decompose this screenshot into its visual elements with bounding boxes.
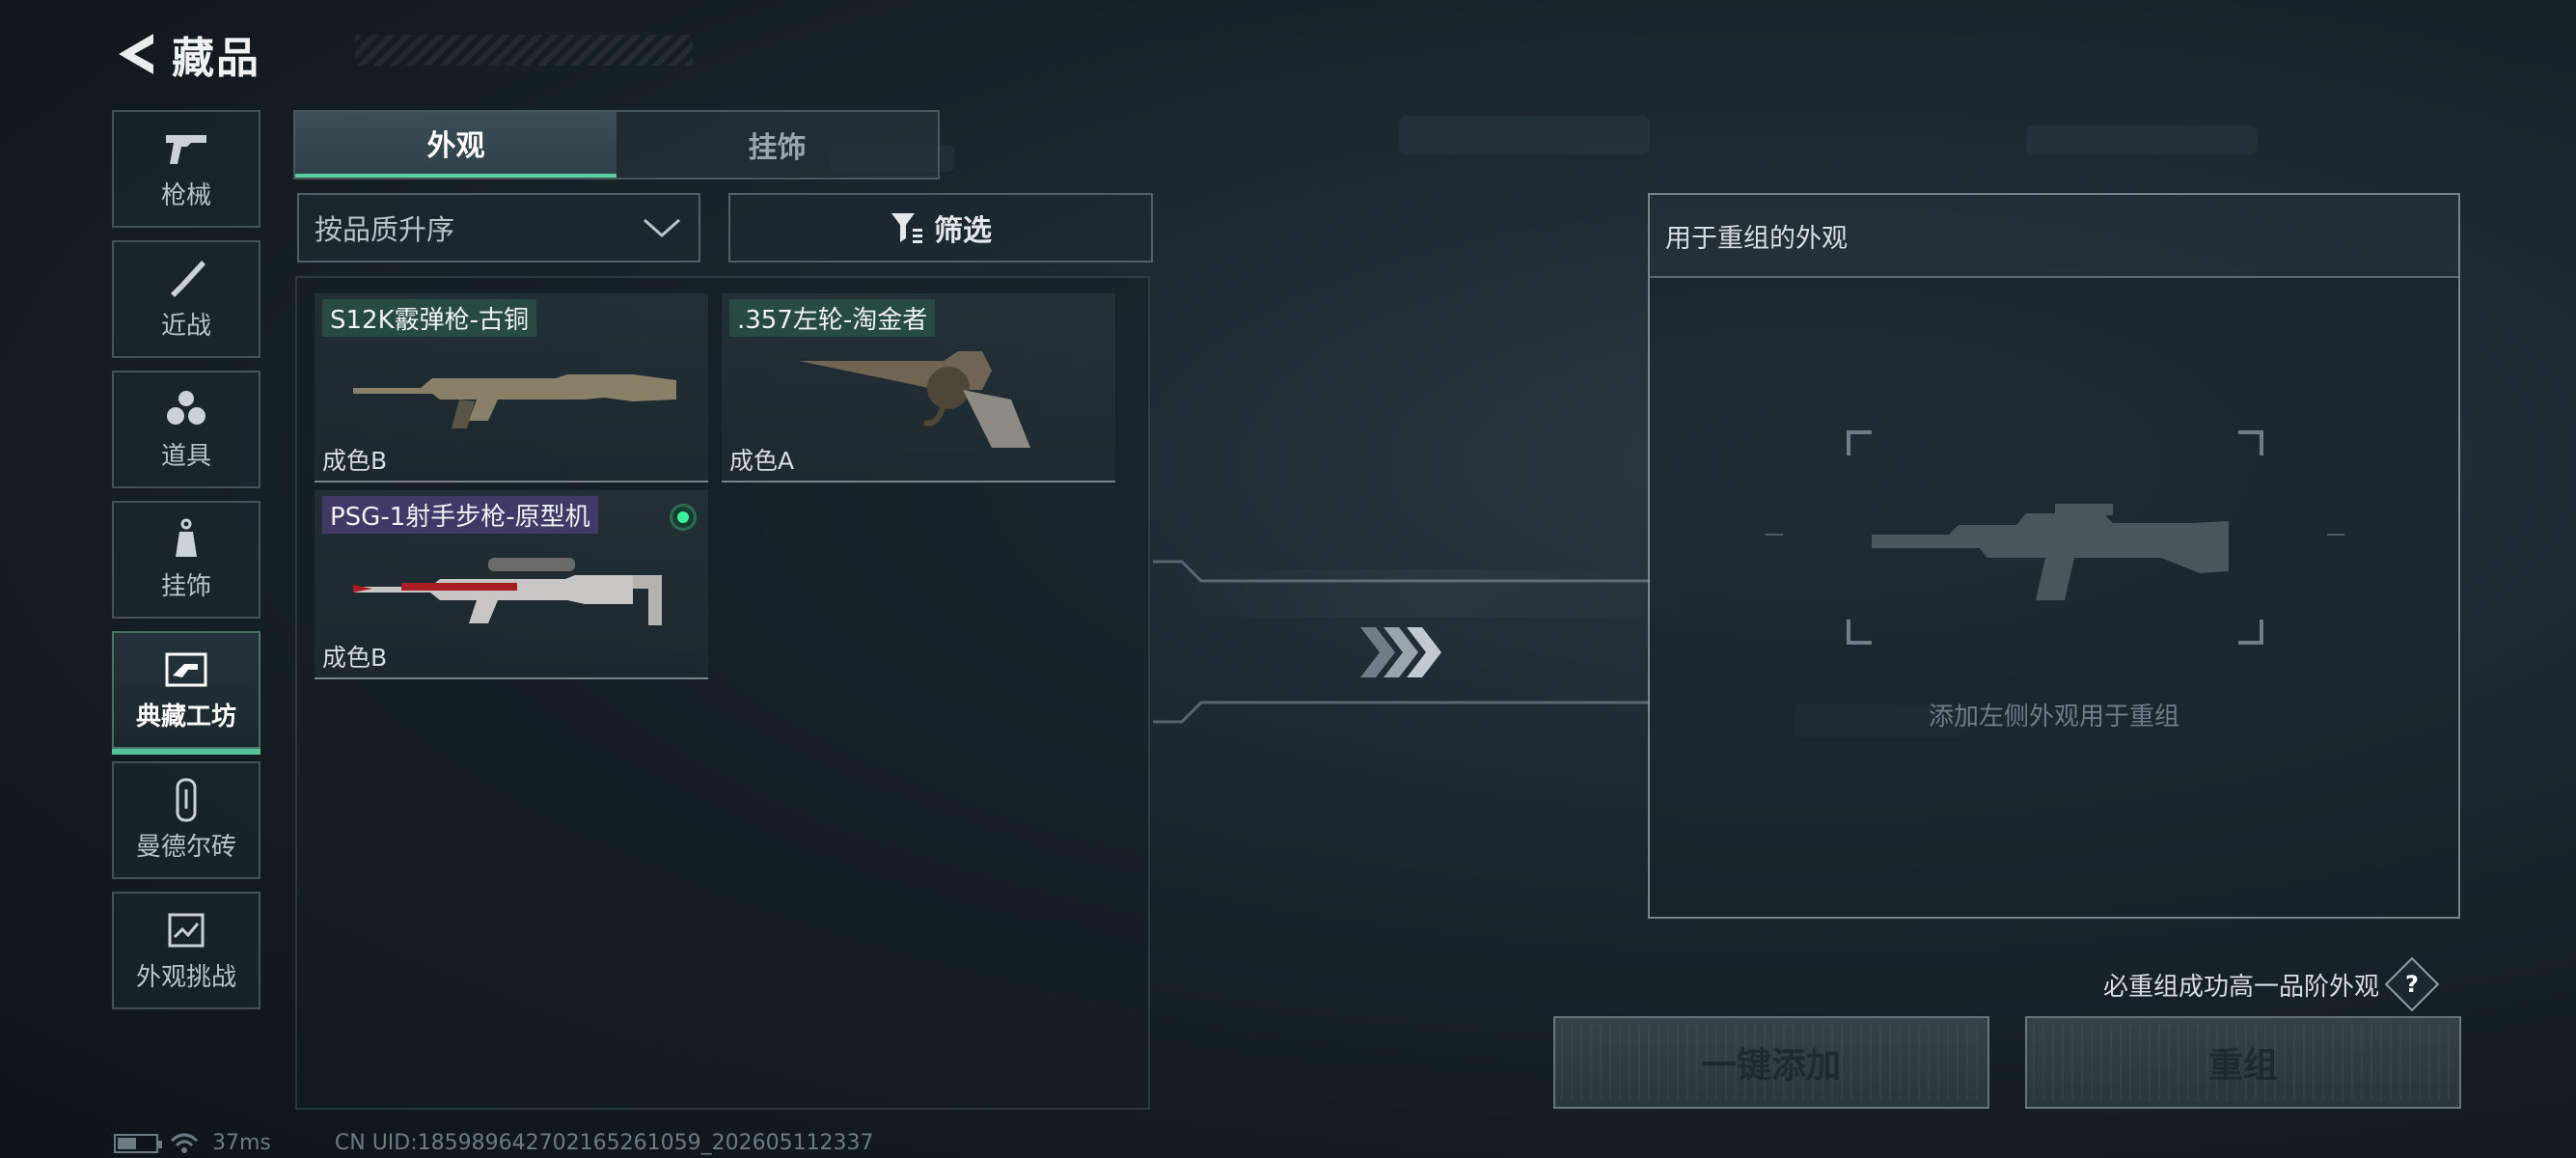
sort-dropdown[interactable]: 按品质升序 (297, 193, 700, 262)
card-name: S12K霰弹枪-古铜 (322, 299, 537, 337)
workshop-icon (163, 648, 209, 691)
filter-button[interactable]: 筛选 (728, 193, 1153, 262)
sidebar-item-label: 外观挑战 (135, 962, 236, 992)
inventory-card[interactable]: S12K霰弹枪-古铜 成色B (315, 293, 708, 482)
tab-charms[interactable]: 挂饰 (617, 112, 938, 178)
battery-fill (118, 1137, 136, 1149)
recombine-slot[interactable] (1766, 427, 2344, 687)
recombine-header: 用于重组的外观 (1650, 195, 2458, 278)
sidebar-item-label: 典藏工坊 (135, 702, 236, 731)
challenge-icon (163, 909, 209, 951)
inventory-panel: S12K霰弹枪-古铜 成色B .357左轮-淘金者 成色A PSG-1射手步枪-… (295, 276, 1150, 1110)
sidebar-item-label: 枪械 (160, 180, 211, 210)
battery-icon (114, 1133, 162, 1153)
add-all-label: 一键添加 (1701, 1046, 1841, 1086)
knife-icon (163, 258, 209, 300)
sniper-rifle-icon (353, 558, 662, 625)
sidebar-item-workshop[interactable]: 典藏工坊 (112, 631, 260, 755)
page-header: 藏品 (114, 25, 693, 83)
tab-bar: 外观 挂饰 (293, 110, 940, 179)
sidebar-item-melee[interactable]: 近战 (112, 240, 260, 358)
grenades-icon (163, 388, 209, 430)
back-arrow-icon (119, 34, 153, 74)
sidebar: 枪械 近战 道具 挂饰 典藏工坊 曼德尔砖 外观挑战 (112, 110, 262, 1022)
chevron-down-icon (644, 218, 680, 238)
tab-appearance[interactable]: 外观 (295, 112, 617, 178)
sidebar-item-charms[interactable]: 挂饰 (112, 501, 260, 619)
card-name: PSG-1射手步枪-原型机 (322, 496, 598, 534)
revolver-icon (799, 351, 1030, 448)
sidebar-item-items[interactable]: 道具 (112, 371, 260, 488)
shotgun-icon (353, 374, 676, 428)
recombine-button[interactable]: 重组 (2025, 1016, 2461, 1109)
header-stripe (355, 35, 693, 66)
connector-rail (1153, 701, 1650, 724)
sort-label: 按品质升序 (315, 213, 455, 246)
guarantee-note: 必重组成功高一品阶外观 ? (2103, 956, 2440, 1012)
sidebar-item-label: 近战 (160, 311, 211, 341)
sidebar-item-appearance-challenge[interactable]: 外观挑战 (112, 892, 260, 1009)
card-name: .357左轮-淘金者 (729, 299, 936, 337)
selected-indicator (670, 504, 697, 531)
pistol-icon (163, 127, 209, 170)
sidebar-item-label: 挂饰 (160, 571, 211, 601)
card-grade: 成色B (322, 644, 388, 672)
recombine-hint: 添加左侧外观用于重组 (1928, 703, 2179, 731)
assault-rifle-icon (1872, 504, 2229, 600)
charm-icon (163, 518, 209, 561)
inventory-card-selected[interactable]: PSG-1射手步枪-原型机 成色B (315, 490, 708, 679)
brick-icon (163, 778, 209, 821)
add-all-button[interactable]: 一键添加 (1553, 1016, 1989, 1109)
back-button[interactable] (114, 29, 158, 79)
card-grade: 成色A (729, 447, 795, 475)
recombine-panel: 用于重组的外观 添加左侧外观用于重组 (1648, 193, 2460, 919)
background-streak (2026, 125, 2258, 154)
status-bar: 37ms CN UID:1859896427021652610​59_20260… (114, 1131, 874, 1155)
filter-label: 筛选 (934, 214, 992, 248)
sidebar-item-mandel-brick[interactable]: 曼德尔砖 (112, 761, 260, 879)
uid-text: CN UID:1859896427021652610​59_2026051123… (334, 1131, 874, 1155)
recombine-label: 重组 (2207, 1046, 2278, 1086)
connector-rail (1153, 560, 1650, 583)
card-grade: 成色B (322, 447, 388, 475)
wifi-icon (170, 1133, 199, 1153)
sidebar-item-label: 道具 (160, 441, 211, 471)
filter-icon (891, 213, 922, 243)
sidebar-item-label: 曼德尔砖 (135, 832, 236, 862)
background-streak (1399, 116, 1650, 154)
forward-chevrons-icon (1360, 627, 1441, 677)
page-title: 藏品 (172, 34, 260, 83)
guarantee-text: 必重组成功高一品阶外观 (2103, 972, 2380, 1002)
sidebar-item-guns[interactable]: 枪械 (112, 110, 260, 228)
ping-text: 37ms (212, 1131, 271, 1155)
help-button[interactable]: ? (2384, 956, 2440, 1012)
question-mark-icon: ? (2405, 970, 2419, 998)
inventory-card[interactable]: .357左轮-淘金者 成色A (722, 293, 1115, 482)
